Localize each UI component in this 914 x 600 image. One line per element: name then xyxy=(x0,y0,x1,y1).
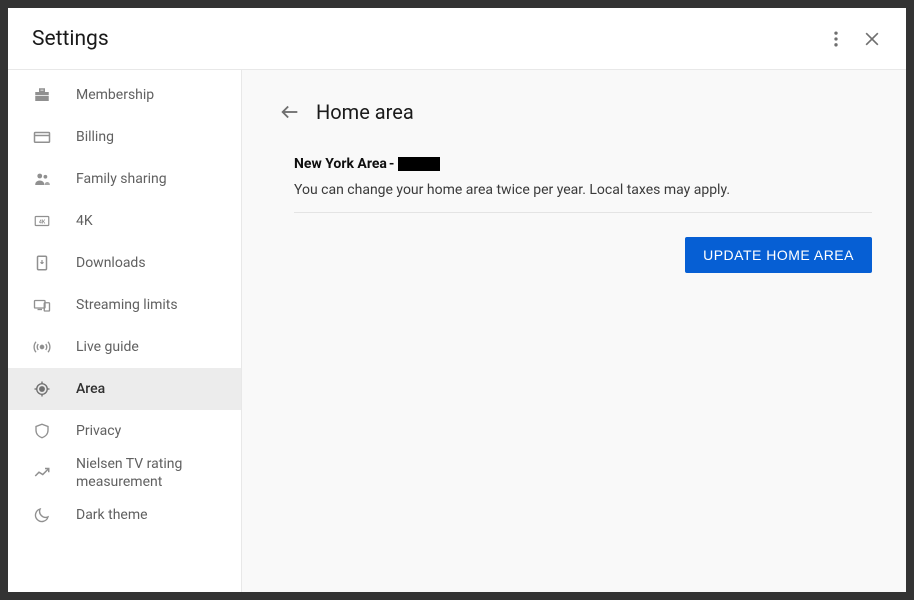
sidebar-item-label: Family sharing xyxy=(76,170,167,188)
sidebar-item-label: Area xyxy=(76,380,105,398)
sidebar-item-label: Dark theme xyxy=(76,506,148,524)
action-row: UPDATE HOME AREA xyxy=(294,237,872,273)
area-description: You can change your home area twice per … xyxy=(294,182,872,198)
trending-icon xyxy=(32,463,52,483)
svg-text:4K: 4K xyxy=(39,219,46,225)
sidebar-item-4k[interactable]: 4K 4K xyxy=(8,200,241,242)
sidebar-item-membership[interactable]: Membership xyxy=(8,74,241,116)
modal-title: Settings xyxy=(32,27,818,51)
main-header: Home area xyxy=(276,98,872,126)
more-vert-icon xyxy=(826,29,846,49)
4k-icon: 4K xyxy=(32,211,52,231)
settings-modal: Settings Membership Billi xyxy=(8,8,906,592)
divider xyxy=(294,212,872,213)
credit-card-icon xyxy=(32,127,52,147)
close-icon xyxy=(862,29,882,49)
home-area-value: New York Area - xyxy=(294,156,872,172)
content: New York Area - You can change your home… xyxy=(276,156,872,273)
sidebar-item-family-sharing[interactable]: Family sharing xyxy=(8,158,241,200)
arrow-left-icon xyxy=(279,101,301,123)
sidebar-item-label: Downloads xyxy=(76,254,146,272)
sidebar-item-label: Membership xyxy=(76,86,154,104)
moon-icon xyxy=(32,505,52,525)
page-title: Home area xyxy=(316,100,414,124)
area-redacted-value xyxy=(398,157,440,171)
more-options-button[interactable] xyxy=(818,21,854,57)
sidebar-item-streaming-limits[interactable]: Streaming limits xyxy=(8,284,241,326)
sidebar-item-dark-theme[interactable]: Dark theme xyxy=(8,494,241,536)
briefcase-icon xyxy=(32,85,52,105)
area-name: New York Area xyxy=(294,156,387,172)
sidebar-item-label: Nielsen TV rating measurement xyxy=(76,455,221,491)
people-icon xyxy=(32,169,52,189)
sidebar-item-downloads[interactable]: Downloads xyxy=(8,242,241,284)
sidebar-item-label: 4K xyxy=(76,212,93,230)
sidebar-item-label: Live guide xyxy=(76,338,139,356)
sidebar-item-label: Streaming limits xyxy=(76,296,178,314)
area-separator: - xyxy=(389,156,395,172)
sidebar-item-area[interactable]: Area xyxy=(8,368,241,410)
update-home-area-button[interactable]: UPDATE HOME AREA xyxy=(685,237,872,273)
sidebar-item-label: Billing xyxy=(76,128,114,146)
modal-body: Membership Billing Family sharing 4K 4K xyxy=(8,70,906,592)
close-button[interactable] xyxy=(854,21,890,57)
devices-icon xyxy=(32,295,52,315)
sidebar-item-nielsen[interactable]: Nielsen TV rating measurement xyxy=(8,452,241,494)
modal-header: Settings xyxy=(8,8,906,70)
shield-icon xyxy=(32,421,52,441)
back-button[interactable] xyxy=(276,98,304,126)
sidebar-item-billing[interactable]: Billing xyxy=(8,116,241,158)
sidebar-item-privacy[interactable]: Privacy xyxy=(8,410,241,452)
settings-sidebar: Membership Billing Family sharing 4K 4K xyxy=(8,70,242,592)
broadcast-icon xyxy=(32,337,52,357)
download-icon xyxy=(32,253,52,273)
sidebar-item-live-guide[interactable]: Live guide xyxy=(8,326,241,368)
sidebar-item-label: Privacy xyxy=(76,422,121,440)
location-icon xyxy=(32,379,52,399)
main-panel: Home area New York Area - You can change… xyxy=(242,70,906,592)
